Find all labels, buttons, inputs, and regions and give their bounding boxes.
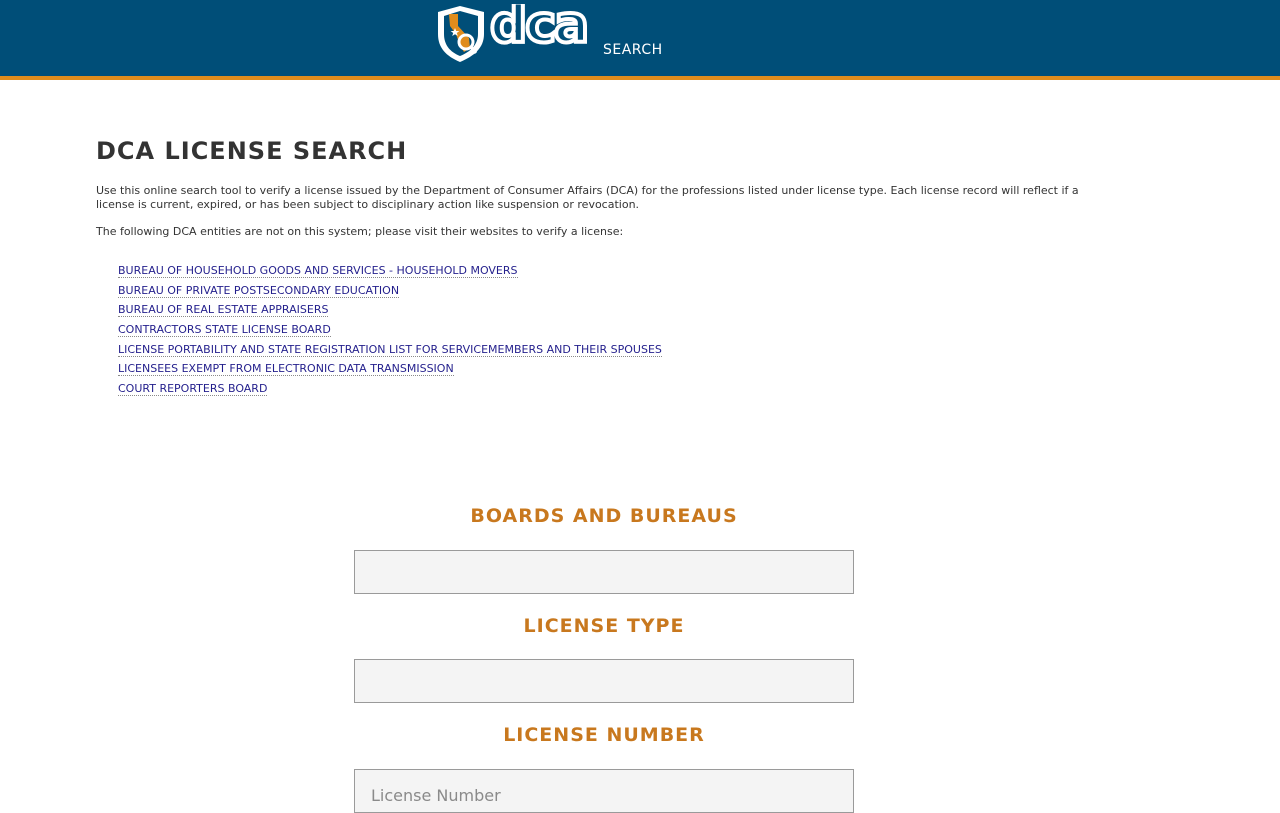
entity-link-postsecondary-education[interactable]: BUREAU OF PRIVATE POSTSECONDARY EDUCATIO… [118, 283, 400, 298]
entity-link-contractors-board[interactable]: CONTRACTORS STATE LICENSE BOARD [118, 323, 331, 338]
site-header: dca SEARCH [0, 0, 1280, 80]
boards-bureaus-label: BOARDS AND BUREAUS [470, 505, 738, 527]
svg-text:dca: dca [490, 4, 587, 55]
page-title: DCA LICENSE SEARCH [96, 137, 408, 165]
list-item: COURT REPORTERS BOARD [118, 382, 662, 402]
entity-link-licensees-exempt[interactable]: LICENSEES EXEMPT FROM ELECTRONIC DATA TR… [118, 362, 454, 377]
license-number-label: LICENSE NUMBER [503, 724, 705, 746]
entity-link-household-movers[interactable]: BUREAU OF HOUSEHOLD GOODS AND SERVICES -… [118, 264, 518, 278]
boards-bureaus-select[interactable] [354, 550, 854, 594]
entities-intro-text: The following DCA entities are not on th… [96, 225, 624, 238]
license-number-input[interactable] [354, 769, 854, 813]
list-item: BUREAU OF REAL ESTATE APPRAISERS [118, 303, 662, 323]
entity-link-court-reporters-board[interactable]: COURT REPORTERS BOARD [118, 382, 268, 397]
logo-subtitle: SEARCH [603, 42, 663, 58]
entity-link-real-estate-appraisers[interactable]: BUREAU OF REAL ESTATE APPRAISERS [118, 303, 329, 318]
intro-text: Use this online search tool to verify a … [96, 184, 1079, 211]
list-item: BUREAU OF PRIVATE POSTSECONDARY EDUCATIO… [118, 283, 662, 304]
excluded-entities-list: BUREAU OF HOUSEHOLD GOODS AND SERVICES -… [118, 264, 662, 402]
license-type-label: LICENSE TYPE [523, 615, 685, 637]
list-item: CONTRACTORS STATE LICENSE BOARD [118, 323, 662, 343]
list-item: LICENSE PORTABILITY AND STATE REGISTRATI… [118, 342, 662, 363]
list-item: LICENSEES EXEMPT FROM ELECTRONIC DATA TR… [118, 362, 662, 382]
license-type-select[interactable] [354, 659, 854, 703]
list-item: BUREAU OF HOUSEHOLD GOODS AND SERVICES -… [118, 264, 662, 284]
entity-link-license-portability[interactable]: LICENSE PORTABILITY AND STATE REGISTRATI… [118, 342, 662, 357]
